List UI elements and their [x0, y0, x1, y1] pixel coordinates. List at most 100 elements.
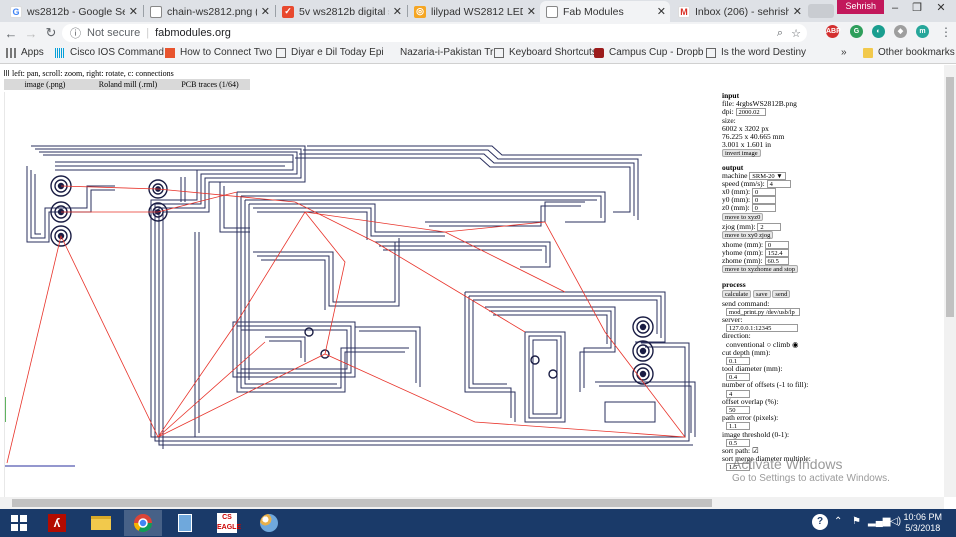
bookmark-how-to-connect[interactable]: How to Connect Two [165, 47, 272, 58]
bookmark-destiny[interactable]: Is the word Destiny [706, 47, 806, 58]
help-icon[interactable]: ? [812, 514, 828, 530]
format-roland-mill[interactable]: Roland mill (.rml) [86, 79, 170, 90]
vertical-scroll-thumb[interactable] [946, 77, 954, 317]
bookmark-apps[interactable]: Apps [6, 47, 44, 58]
activate-windows-subtitle: Go to Settings to activate Windows. [732, 473, 890, 484]
menu-icon[interactable]: ⋮ [940, 25, 952, 39]
cut-depth-label: cut depth (mm): [722, 347, 771, 357]
eagle-icon[interactable]: CS EAGLE [208, 510, 246, 536]
dpi-input[interactable]: 2000.02 [735, 108, 766, 117]
network-icon[interactable]: ⚑ [852, 516, 861, 527]
mail-extension-icon[interactable]: m [916, 25, 929, 38]
horizontal-scroll-thumb[interactable] [12, 499, 712, 507]
y0-input[interactable]: 0 [752, 196, 776, 205]
shop-icon: ✓ [282, 5, 294, 18]
vertical-scrollbar[interactable] [944, 65, 956, 497]
save-button[interactable]: save [752, 289, 771, 298]
threshold-label: image threshold (0-1): [722, 429, 790, 439]
close-icon[interactable]: ✕ [657, 5, 666, 18]
close-icon[interactable]: ✕ [129, 5, 138, 18]
x0-input[interactable]: 0 [752, 188, 776, 197]
activate-windows-title: Activate Windows [732, 456, 843, 472]
zhome-input[interactable]: 60.5 [764, 257, 789, 266]
overlap-label: offset overlap (%): [722, 396, 779, 406]
pcb-pads [50, 175, 654, 385]
toolpath-view[interactable] [4, 92, 719, 497]
back-icon[interactable]: ← [2, 26, 20, 41]
address-bar[interactable]: ⓘ Not secure | fabmodules.org ⌕ ☆ [62, 24, 807, 42]
file-explorer-icon[interactable] [82, 510, 120, 536]
tab-fab-modules[interactable]: Fab Modules ✕ [540, 1, 670, 22]
rapid-move-lines [6, 185, 686, 464]
z0-input[interactable]: 0 [751, 204, 776, 213]
calculate-button[interactable]: calculate [722, 289, 752, 298]
minimize-icon[interactable]: – [884, 1, 906, 15]
bookmark-diyar-e-dil[interactable]: Diyar e Dil Today Epi [276, 47, 384, 58]
adblock-icon[interactable]: ABP [826, 25, 841, 38]
extension-gray-icon[interactable]: ◆ [894, 25, 907, 38]
new-tab-button[interactable] [808, 4, 834, 18]
tab-chain-png[interactable]: chain-ws2812.png (1068 ✕ [144, 1, 274, 22]
tab-lilypad[interactable]: ◎ lilypad WS2812 LEDs | Bi ✕ [408, 1, 540, 22]
format-pcb-traces[interactable]: PCB traces (1/64) [170, 79, 250, 90]
chrome-icon[interactable] [124, 510, 162, 536]
bookmark-cisco[interactable]: Cisco IOS Command [55, 47, 164, 58]
windows-start-icon[interactable] [0, 510, 38, 536]
toolpath-canvas[interactable] [4, 92, 718, 497]
invert-image-button[interactable]: invert image [722, 149, 761, 158]
taskbar: ʎ CS EAGLE ? ⌃ ⚑ ▂▄▆ ◁) 10:06 PM 5/3/2018 [0, 509, 956, 537]
security-label: Not secure [87, 27, 141, 39]
bookmark-keyboard-shortcuts[interactable]: Keyboard Shortcuts [494, 47, 597, 58]
close-icon[interactable]: ✕ [793, 5, 802, 18]
wifi-icon[interactable]: ▂▄▆ [868, 516, 890, 527]
calculator-icon[interactable] [166, 510, 204, 536]
info-icon[interactable]: ⓘ [70, 25, 81, 41]
move-to-xy0-zjog-button[interactable]: move to xy0 zjog [722, 230, 774, 239]
bookmarks-overflow[interactable]: » [841, 47, 847, 58]
paint-icon[interactable] [250, 510, 288, 536]
close-icon[interactable]: ✕ [393, 5, 402, 18]
clock-date: 5/3/2018 [905, 523, 941, 533]
profile-badge[interactable]: Sehrish [837, 0, 884, 14]
acrobat-icon[interactable]: ʎ [38, 510, 76, 536]
close-icon[interactable]: ✕ [261, 5, 270, 18]
horizontal-scrollbar[interactable] [0, 497, 944, 509]
url-text: fabmodules.org [155, 27, 231, 39]
move-to-xyz0-button[interactable]: move to xyz0 [722, 212, 764, 221]
clock[interactable]: 10:06 PM 5/3/2018 [903, 512, 942, 534]
move-to-xyzhome-button[interactable]: move to xyzhome and stop [722, 265, 799, 274]
yhome-input[interactable]: 152.4 [764, 249, 789, 257]
speed-input[interactable]: 4 [766, 179, 791, 188]
format-image-png[interactable]: image (.png) [4, 79, 86, 90]
help-text: left: pan, scroll: zoom, right: rotate, … [4, 69, 174, 78]
reload-icon[interactable]: ↻ [42, 25, 60, 41]
volume-icon[interactable]: ◁) [890, 516, 901, 527]
xhome-input[interactable]: 0 [764, 240, 789, 249]
file-name: 4rgbsWS2812B.png [735, 99, 797, 109]
forward-icon[interactable]: → [22, 26, 40, 41]
site-icon [165, 47, 175, 58]
zjog-input[interactable]: 2 [757, 222, 782, 231]
fab-modules-page: left: pan, scroll: zoom, right: rotate, … [0, 65, 956, 497]
send-button[interactable]: send [772, 289, 791, 298]
extension-icon[interactable]: ◐ [872, 25, 885, 38]
search-icon[interactable]: ⌕ [777, 27, 783, 40]
close-window-icon[interactable]: ✕ [930, 1, 952, 15]
tab-ws2812b-search[interactable]: G ws2812b - Google Searc ✕ [4, 1, 142, 22]
page-icon [150, 5, 162, 18]
google-icon: G [10, 5, 22, 18]
cisco-icon [55, 47, 65, 58]
toolbar: ← → ↻ ⓘ Not secure | fabmodules.org ⌕ ☆ [0, 22, 956, 44]
bookmark-nazaria[interactable]: Nazaria-i-Pakistan Tr [400, 47, 493, 58]
star-icon[interactable]: ☆ [791, 27, 801, 40]
bookmark-campus-cup[interactable]: Campus Cup - Dropb [594, 47, 703, 58]
tab-ws2812b-shop[interactable]: ✓ 5v ws2812b digital smd ✕ [276, 1, 406, 22]
process-heading: process [722, 280, 746, 290]
grammarly-icon[interactable]: G [850, 25, 863, 38]
climb-radio[interactable]: ◉ [792, 340, 799, 349]
close-icon[interactable]: ✕ [527, 5, 536, 18]
tray-chevron-icon[interactable]: ⌃ [834, 516, 842, 527]
restore-icon[interactable]: ❐ [906, 1, 928, 15]
tab-gmail-inbox[interactable]: M Inbox (206) - sehrish.kha ✕ [672, 1, 806, 22]
bookmark-other[interactable]: Other bookmarks [863, 47, 955, 58]
